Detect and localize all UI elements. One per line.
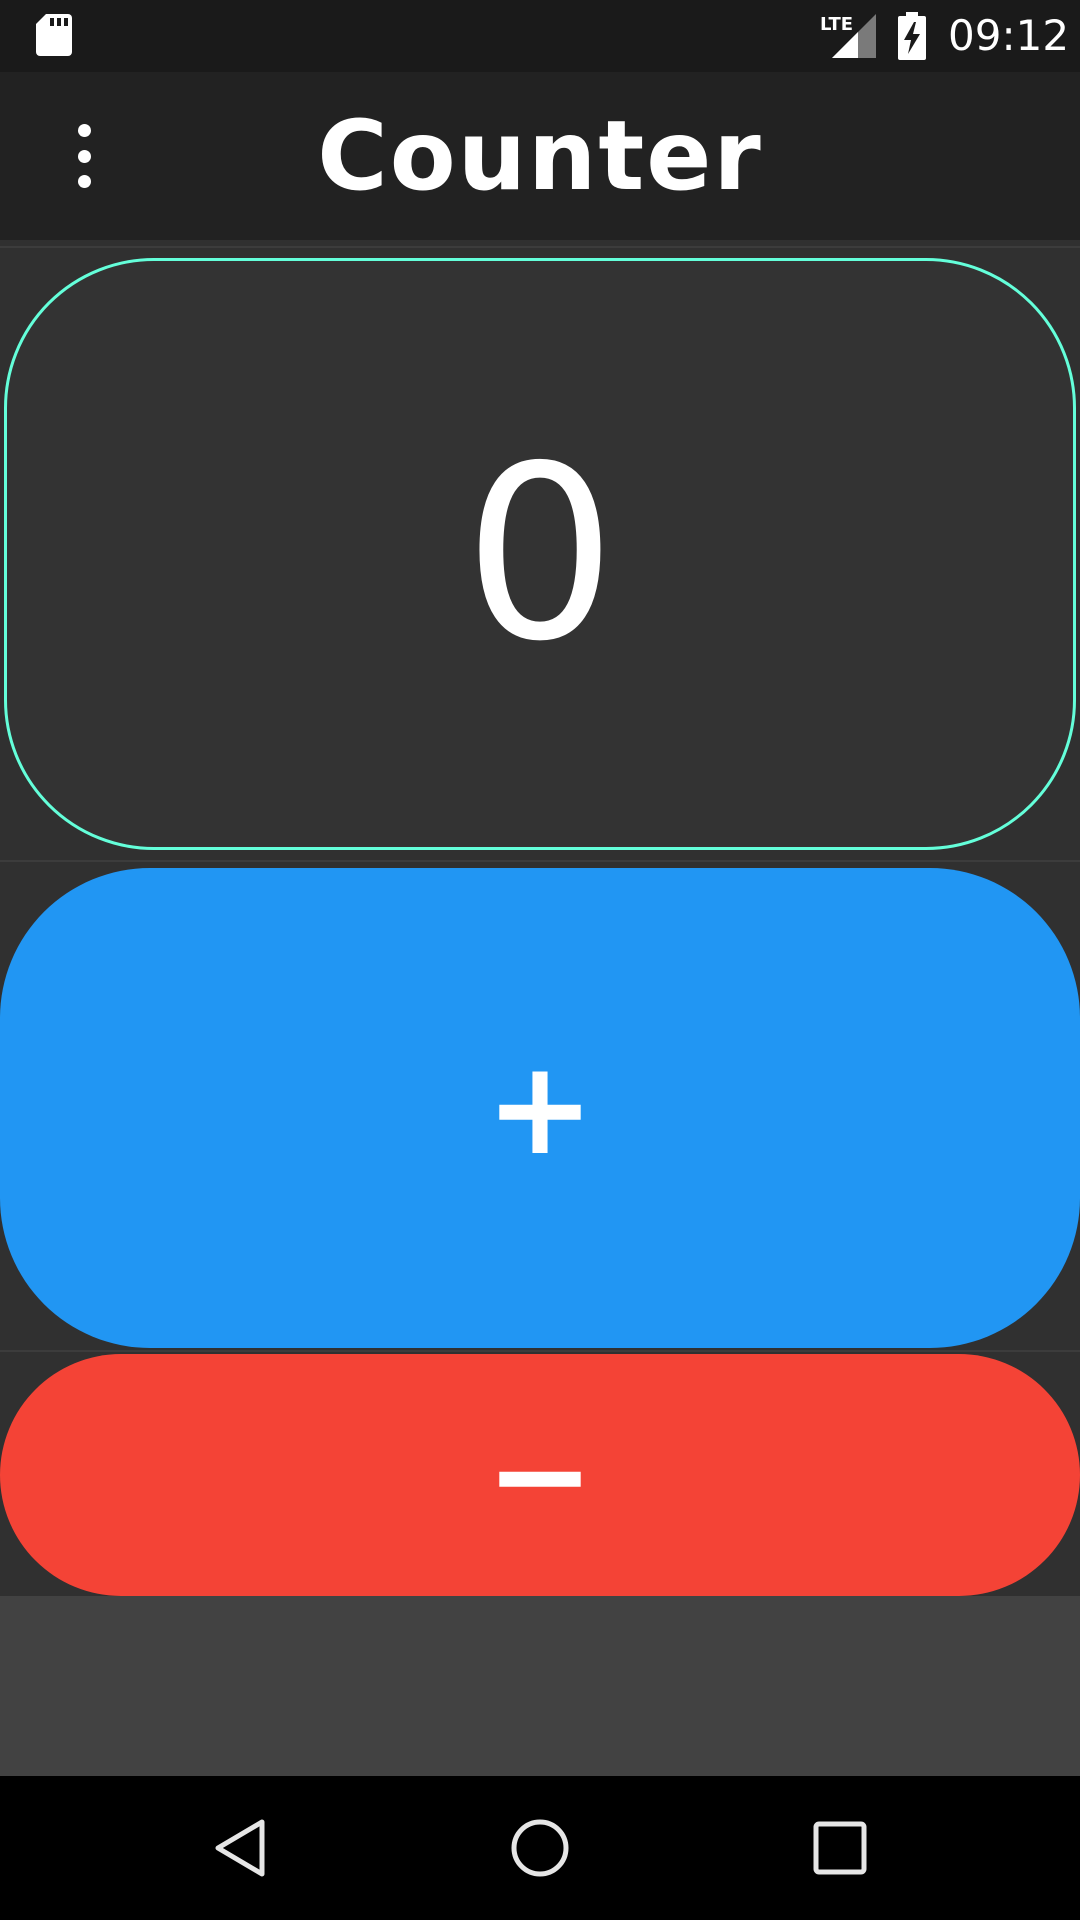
status-bar-clock: 09:12	[948, 11, 1070, 60]
app-bar: Counter	[0, 72, 1080, 240]
counter-value: 0	[463, 414, 617, 694]
divider	[0, 246, 1080, 248]
system-nav-bar	[0, 1776, 1080, 1920]
counter-display-card: 0	[4, 258, 1076, 850]
decrement-button[interactable]: −	[0, 1354, 1080, 1596]
home-icon[interactable]	[500, 1808, 580, 1888]
lte-label: LTE	[820, 14, 853, 35]
menu-dot	[77, 175, 91, 188]
counter-content: 0 + −	[0, 240, 1080, 1596]
increment-button[interactable]: +	[0, 868, 1080, 1348]
recents-icon[interactable]	[800, 1808, 880, 1888]
overflow-menu-icon[interactable]	[60, 124, 108, 188]
menu-dot	[77, 124, 91, 137]
increment-label: +	[485, 1032, 595, 1184]
decrement-label: −	[485, 1399, 595, 1551]
status-bar: LTE 09:12	[0, 0, 1080, 72]
menu-dot	[77, 149, 91, 163]
app-title: Counter	[317, 100, 763, 212]
divider	[0, 860, 1080, 862]
sd-card-icon	[36, 14, 72, 56]
battery-charging-icon	[898, 12, 926, 60]
back-icon[interactable]	[200, 1808, 280, 1888]
divider	[0, 1350, 1080, 1352]
lte-signal-icon: LTE	[820, 14, 876, 58]
empty-footer-area	[0, 1596, 1080, 1776]
